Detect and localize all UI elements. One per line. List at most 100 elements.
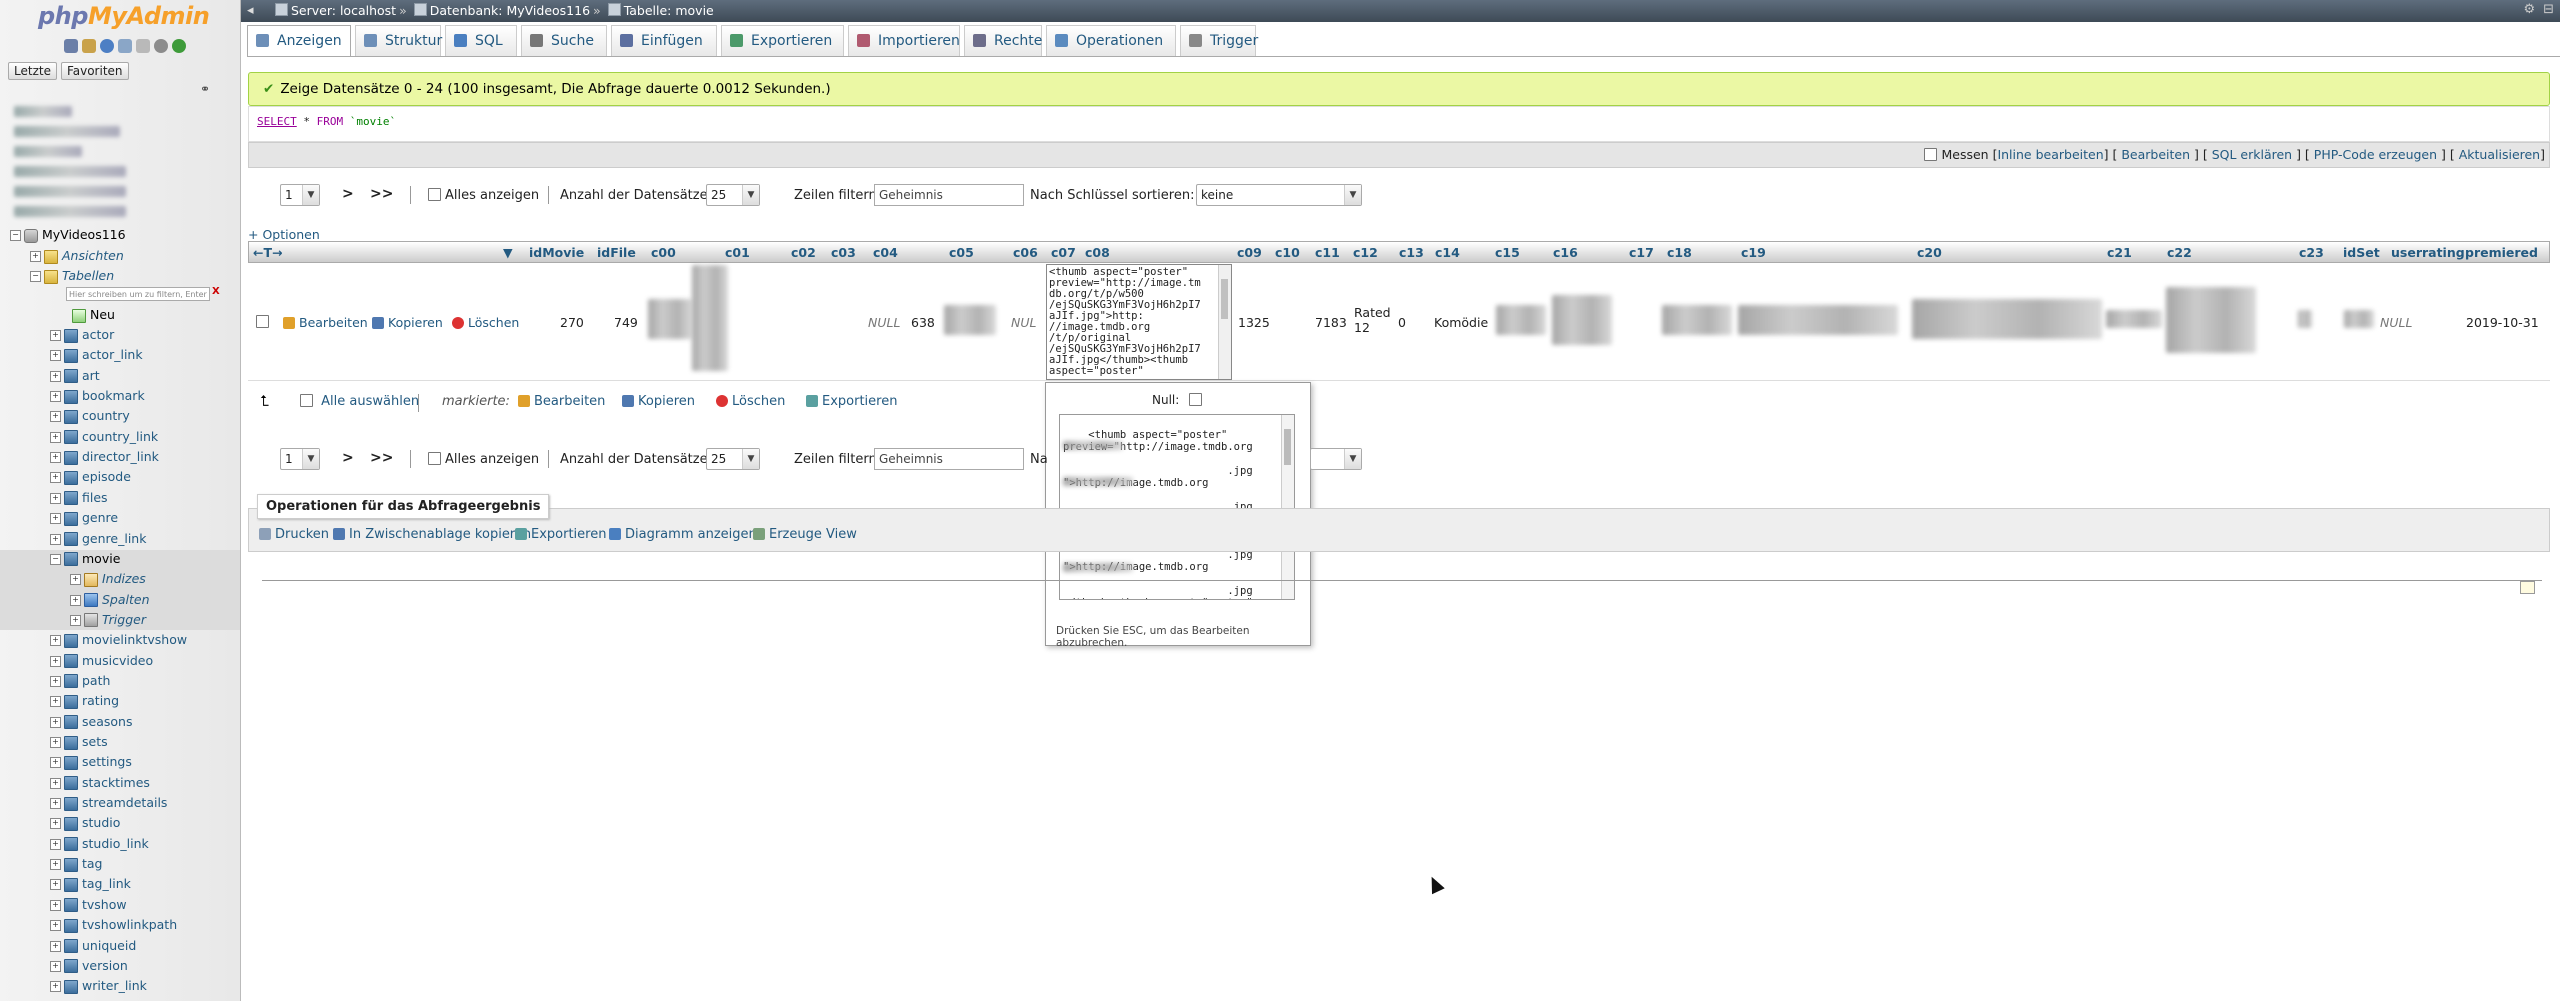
c08-edit-textarea[interactable]: <thumb aspect="poster" preview="http://i… — [1046, 264, 1232, 380]
expand-icon[interactable]: + — [50, 533, 61, 545]
print-link[interactable]: Drucken — [259, 527, 329, 542]
tab-suche[interactable]: Suche — [521, 25, 607, 56]
sidebar-item-tvshowlinkpath[interactable]: + tvshowlinkpath — [50, 917, 177, 933]
expand-icon[interactable]: + — [50, 899, 61, 911]
expand-icon[interactable]: + — [50, 798, 61, 810]
rows-per-page-select[interactable]: 25 ▼ — [706, 448, 760, 470]
sort-by-key-select[interactable]: keine ▼ — [1196, 184, 1362, 206]
expand-icon[interactable]: + — [50, 472, 61, 484]
expand-icon[interactable]: + — [50, 350, 61, 362]
bulk-copy-button[interactable]: Kopieren — [622, 394, 695, 409]
sidebar-item-actor-link[interactable]: + actor_link — [50, 347, 143, 363]
cell-c05[interactable]: 638 — [911, 315, 935, 330]
expand-icon[interactable]: + — [50, 757, 61, 769]
expand-icon[interactable]: + — [50, 940, 61, 952]
expand-icon[interactable]: + — [50, 981, 61, 993]
expand-icon[interactable]: + — [50, 777, 61, 789]
column-header-c13[interactable]: c13 — [1399, 245, 1424, 260]
column-header-c17[interactable]: c17 — [1629, 245, 1654, 260]
php-code-link[interactable]: PHP-Code erzeugen — [2314, 147, 2437, 162]
show-all-checkbox[interactable] — [428, 188, 441, 201]
sidebar-item-writer-link[interactable]: + writer_link — [50, 978, 147, 994]
column-header-c23[interactable]: c23 — [2299, 245, 2324, 260]
sidebar-item-spalten[interactable]: + Spalten — [70, 592, 150, 608]
tab-struktur[interactable]: Struktur — [355, 25, 442, 56]
sidebar-item-genre[interactable]: + genre — [50, 510, 118, 526]
sidebar-item-seasons[interactable]: + seasons — [50, 714, 132, 730]
minimize-icon[interactable]: ⊟ — [2543, 2, 2554, 17]
sort-by-key-select[interactable]: ▼ — [1310, 448, 1362, 470]
column-header-c22[interactable]: c22 — [2167, 245, 2192, 260]
db-myvideos116[interactable]: − MyVideos116 — [10, 227, 126, 243]
tab-sql[interactable]: SQL — [445, 25, 517, 56]
tab-operationen[interactable]: Operationen — [1046, 25, 1176, 56]
phpmyadmin-logo[interactable]: phpMyAdmin — [38, 2, 210, 30]
edit-query-link[interactable]: Bearbeiten — [2121, 147, 2190, 162]
show-chart-link[interactable]: Diagramm anzeigen — [609, 527, 757, 542]
sidebar-item-movie[interactable]: − movie — [50, 551, 120, 567]
explain-sql-link[interactable]: SQL erklären — [2212, 147, 2292, 162]
tab-exportieren[interactable]: Exportieren — [721, 25, 844, 56]
row-delete-link[interactable]: Löschen — [452, 315, 519, 330]
copy-icon[interactable] — [136, 39, 150, 53]
expand-icon[interactable]: + — [70, 594, 81, 606]
breadcrumb-database[interactable]: Datenbank: MyVideos116 — [430, 3, 590, 18]
cell-c19-blurred[interactable] — [1738, 305, 1898, 335]
column-header-c18[interactable]: c18 — [1667, 245, 1692, 260]
expand-icon[interactable]: − — [50, 553, 61, 565]
sidebar-item-trigger[interactable]: + Trigger — [70, 612, 146, 628]
cell-c13[interactable]: 0 — [1398, 315, 1406, 330]
column-menu-icon[interactable]: ▼ — [503, 245, 513, 260]
expand-icon[interactable]: + — [50, 716, 61, 728]
new-table-link[interactable]: Neu — [72, 307, 115, 323]
views-node[interactable]: + Ansichten — [30, 248, 124, 264]
blurred-db-6[interactable] — [14, 206, 126, 217]
column-header-c14[interactable]: c14 — [1435, 245, 1460, 260]
column-header-c05[interactable]: c05 — [949, 245, 974, 260]
sidebar-item-settings[interactable]: + settings — [50, 754, 132, 770]
column-header-c03[interactable]: c03 — [831, 245, 856, 260]
popup-textarea[interactable]: <thumb aspect="poster" preview="http://i… — [1059, 414, 1295, 600]
sidebar-item-studio-link[interactable]: + studio_link — [50, 836, 149, 852]
cell-c11[interactable]: 7183 — [1315, 315, 1347, 330]
expand-icon[interactable]: + — [50, 391, 61, 403]
cell-c06-blurred[interactable] — [944, 305, 996, 335]
sidebar-item-country[interactable]: + country — [50, 408, 130, 424]
expand-icon[interactable]: + — [50, 960, 61, 972]
column-nav-arrows[interactable]: ←T→ — [253, 245, 282, 260]
page-select[interactable]: 1 ▼ — [280, 184, 320, 206]
cell-c00-blurred[interactable] — [648, 299, 692, 339]
expand-icon[interactable]: + — [50, 859, 61, 871]
expand-icon[interactable]: + — [50, 879, 61, 891]
column-header-c09[interactable]: c09 — [1237, 245, 1262, 260]
rows-per-page-select[interactable]: 25 ▼ — [706, 184, 760, 206]
sidebar-item-tag[interactable]: + tag — [50, 856, 103, 872]
cell-c04[interactable]: NULL — [868, 315, 900, 330]
bulk-edit-button[interactable]: Bearbeiten — [518, 394, 605, 409]
sidebar-item-episode[interactable]: + episode — [50, 469, 131, 485]
expand-icon[interactable]: + — [50, 513, 61, 525]
expand-icon[interactable]: + — [50, 818, 61, 830]
cell-c22-blurred[interactable] — [2166, 287, 2256, 353]
null-toggle[interactable]: Null: — [1152, 393, 1206, 407]
row-copy-link[interactable]: Kopieren — [372, 315, 443, 330]
sidebar-item-tag-link[interactable]: + tag_link — [50, 876, 131, 892]
row-filter-input[interactable]: Geheimnis — [874, 448, 1024, 470]
last-page-button[interactable]: >> — [370, 186, 393, 202]
expand-icon[interactable]: + — [50, 492, 61, 504]
blurred-db-3[interactable] — [14, 146, 82, 157]
cell-c20-blurred[interactable] — [1912, 299, 2102, 339]
breadcrumb-table[interactable]: Tabelle: movie — [624, 3, 714, 18]
sidebar-item-version[interactable]: + version — [50, 958, 128, 974]
cell-c15-blurred[interactable] — [1496, 305, 1546, 335]
back-arrow-icon[interactable]: ◂ — [247, 3, 263, 19]
cell-c01-blurred[interactable] — [692, 265, 728, 371]
cell-c07[interactable]: NUL — [1011, 315, 1036, 330]
popup-scrollbar[interactable] — [1281, 415, 1294, 599]
sidebar-item-sets[interactable]: + sets — [50, 734, 108, 750]
column-header-c12[interactable]: c12 — [1353, 245, 1378, 260]
column-header-c20[interactable]: c20 — [1917, 245, 1942, 260]
sidebar-item-files[interactable]: + files — [50, 490, 108, 506]
expand-icon[interactable]: + — [50, 737, 61, 748]
bulk-delete-button[interactable]: Löschen — [716, 394, 785, 409]
